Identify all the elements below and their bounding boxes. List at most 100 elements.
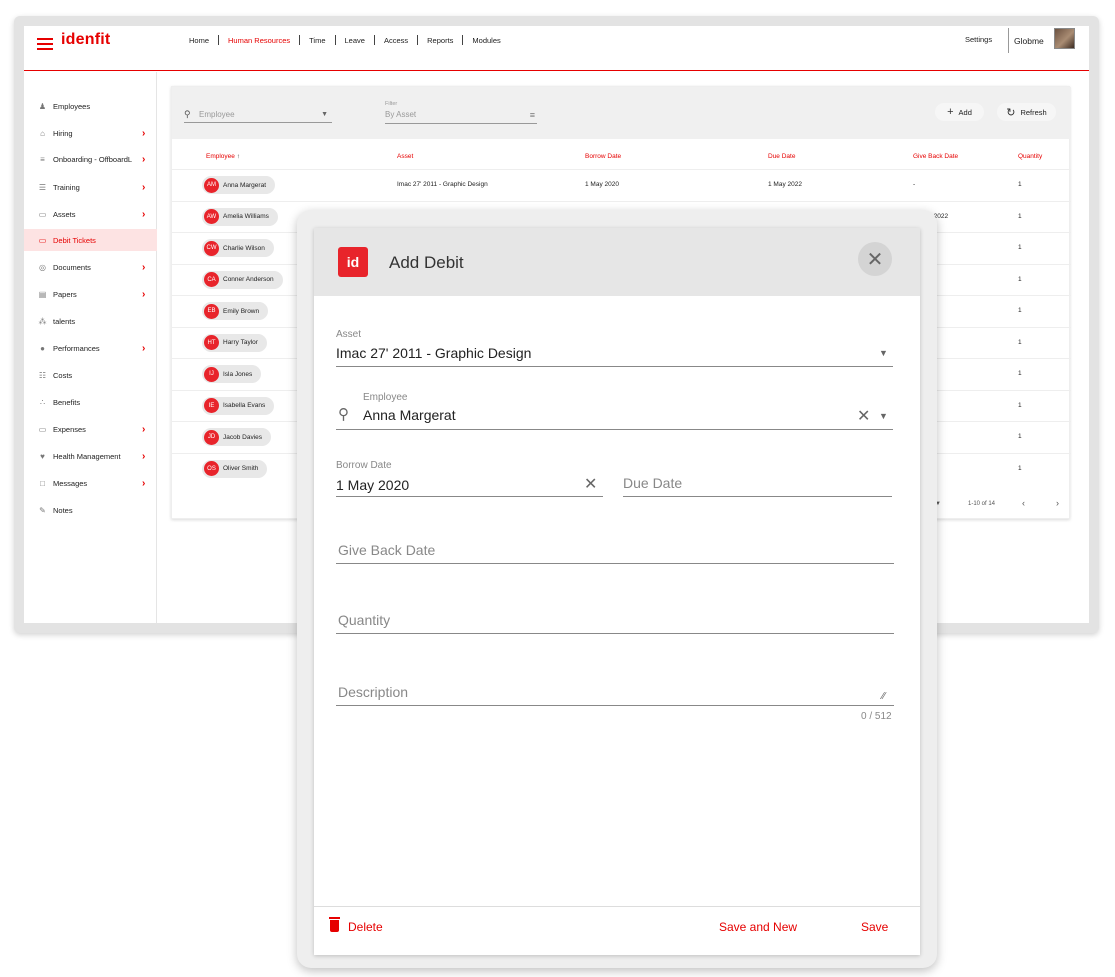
description-textarea[interactable]: Description bbox=[338, 684, 408, 700]
top-nav: Home Human Resources Time Leave Access R… bbox=[180, 26, 510, 54]
cell-quantity: 1 bbox=[1018, 464, 1022, 472]
nav-time[interactable]: Time bbox=[300, 36, 334, 45]
sidebar-item-training[interactable]: ☰ Training › bbox=[24, 176, 157, 198]
delete-button[interactable]: Delete bbox=[348, 920, 383, 934]
chevron-down-icon[interactable]: ▼ bbox=[879, 348, 888, 358]
sidebar-item-onboarding-offboardl[interactable]: ≡ Onboarding - OffboardL › bbox=[24, 148, 157, 170]
chevron-right-icon[interactable]: › bbox=[142, 289, 145, 300]
chevron-right-icon[interactable]: › bbox=[142, 478, 145, 489]
sidebar-item-performances[interactable]: ● Performances › bbox=[24, 337, 157, 359]
sidebar-item-label: Employees bbox=[53, 101, 91, 111]
column-header-due-date[interactable]: Due Date bbox=[768, 153, 795, 160]
employee-chip[interactable]: AW Amelia Williams bbox=[202, 207, 278, 226]
give-back-date-input[interactable]: Give Back Date bbox=[338, 542, 435, 558]
employee-chip[interactable]: AM Anna Margerat bbox=[202, 176, 275, 194]
clear-icon[interactable]: ✕ bbox=[857, 406, 870, 426]
chevron-right-icon[interactable]: › bbox=[142, 262, 145, 273]
sidebar-item-assets[interactable]: ▭ Assets › bbox=[24, 203, 157, 225]
column-header-quantity[interactable]: Quantity bbox=[1018, 153, 1042, 160]
employee-chip[interactable]: IJ Isla Jones bbox=[202, 365, 262, 383]
chevron-right-icon[interactable]: › bbox=[142, 154, 145, 165]
chevron-right-icon[interactable]: › bbox=[142, 424, 145, 435]
cell-quantity: 1 bbox=[1018, 401, 1022, 409]
add-label: Add bbox=[958, 107, 972, 117]
cell-asset: Imac 27' 2011 - Graphic Design bbox=[397, 181, 488, 188]
sidebar-item-benefits[interactable]: ∴ Benefits bbox=[24, 391, 157, 413]
resize-handle-icon[interactable]: ∕∕ bbox=[882, 691, 885, 702]
sidebar-item-expenses[interactable]: ▭ Expenses › bbox=[24, 418, 157, 440]
employee-chip[interactable]: CW Charlie Wilson bbox=[202, 239, 274, 257]
cell-quantity: 1 bbox=[1018, 433, 1022, 440]
sidebar-item-label: Assets bbox=[53, 209, 76, 219]
avatar[interactable] bbox=[1054, 28, 1075, 49]
filter-select[interactable]: Filter By Asset ≡ bbox=[385, 101, 537, 124]
employee-chip[interactable]: JD Jacob Davies bbox=[202, 428, 272, 446]
sidebar-item-documents[interactable]: ◎ Documents › bbox=[24, 256, 157, 278]
nav-modules[interactable]: Modules bbox=[463, 36, 509, 45]
quantity-input[interactable]: Quantity bbox=[338, 612, 390, 628]
employee-chip[interactable]: CA Conner Anderson bbox=[202, 270, 283, 289]
sidebar-item-debit-tickets[interactable]: ▭ Debit Tickets bbox=[24, 229, 157, 251]
sidebar-item-employees[interactable]: ♟ Employees bbox=[24, 95, 157, 117]
nav-access[interactable]: Access bbox=[375, 36, 417, 45]
training-icon: ☰ bbox=[38, 182, 47, 192]
nav-human-resources[interactable]: Human Resources bbox=[219, 36, 299, 45]
column-header-give-back-date[interactable]: Give Back Date bbox=[913, 153, 958, 160]
column-header-employee[interactable]: Employee ↑ bbox=[206, 153, 240, 160]
card-toolbar: ⚲ Employee ▼ Filter By Asset ≡ + Add ↻ R… bbox=[172, 87, 1071, 139]
employee-chip[interactable]: EB Emily Brown bbox=[202, 302, 269, 320]
chevron-right-icon[interactable]: › bbox=[142, 182, 145, 193]
sidebar-item-talents[interactable]: ⁂ talents bbox=[24, 310, 157, 332]
character-counter: 0 / 512 bbox=[861, 711, 892, 722]
add-button[interactable]: + Add bbox=[935, 103, 984, 121]
menu-icon[interactable] bbox=[37, 38, 53, 52]
employee-search-input[interactable]: ⚲ Employee ▼ bbox=[184, 109, 332, 123]
cell-quantity: 1 bbox=[1018, 244, 1022, 251]
nav-home[interactable]: Home bbox=[180, 36, 218, 45]
refresh-button[interactable]: ↻ Refresh bbox=[997, 103, 1056, 121]
laptop-icon: ▭ bbox=[38, 209, 47, 219]
asset-label: Asset bbox=[336, 329, 362, 340]
settings-link[interactable]: Settings bbox=[965, 35, 992, 44]
chevron-down-icon[interactable]: ▼ bbox=[879, 411, 888, 421]
chevron-right-icon[interactable]: › bbox=[142, 209, 145, 220]
save-and-new-button[interactable]: Save and New bbox=[719, 920, 797, 934]
nav-leave[interactable]: Leave bbox=[336, 36, 374, 45]
employee-chip[interactable]: HT Harry Taylor bbox=[202, 333, 267, 352]
save-button[interactable]: Save bbox=[861, 920, 888, 934]
sidebar-item-health-management[interactable]: ♥ Health Management › bbox=[24, 445, 157, 467]
sidebar-item-label: Documents bbox=[53, 262, 91, 272]
avatar: JD bbox=[204, 429, 219, 445]
sidebar-item-label: Performances bbox=[53, 343, 100, 353]
due-date-input[interactable]: Due Date bbox=[623, 475, 682, 491]
employee-chip[interactable]: IE Isabella Evans bbox=[202, 396, 275, 415]
user-menu[interactable]: Globme bbox=[1008, 28, 1089, 53]
sidebar-item-hiring[interactable]: ⌂ Hiring › bbox=[24, 122, 157, 144]
employee-label: Employee bbox=[363, 392, 408, 403]
sidebar-item-label: Health Management bbox=[53, 451, 121, 461]
chevron-right-icon[interactable]: › bbox=[142, 343, 145, 354]
employee-chip[interactable]: OS Oliver Smith bbox=[202, 459, 268, 478]
user-name: Globme bbox=[1014, 36, 1044, 46]
next-page-icon[interactable]: › bbox=[1056, 498, 1059, 508]
borrow-date-input[interactable]: 1 May 2020 bbox=[336, 477, 409, 493]
chevron-down-icon[interactable]: ▼ bbox=[321, 111, 328, 118]
employee-underline bbox=[336, 429, 893, 430]
column-header-borrow-date[interactable]: Borrow Date bbox=[585, 153, 621, 160]
asset-select[interactable]: Imac 27' 2011 - Graphic Design bbox=[336, 345, 531, 361]
column-header-asset[interactable]: Asset bbox=[397, 153, 413, 160]
prev-page-icon[interactable]: ‹ bbox=[1022, 498, 1025, 508]
close-icon[interactable]: ✕ bbox=[858, 242, 892, 276]
sidebar-item-notes[interactable]: ✎ Notes bbox=[24, 499, 157, 521]
sidebar-item-costs[interactable]: ☷ Costs bbox=[24, 364, 157, 386]
employee-search-placeholder: Employee bbox=[199, 110, 235, 119]
nav-reports[interactable]: Reports bbox=[418, 36, 462, 45]
clear-icon[interactable]: ✕ bbox=[584, 474, 597, 494]
sidebar-item-papers[interactable]: ▤ Papers › bbox=[24, 283, 157, 305]
sidebar-item-messages[interactable]: □ Messages › bbox=[24, 472, 157, 494]
app-logo[interactable]: idenfit bbox=[61, 31, 110, 49]
trash-icon[interactable] bbox=[329, 917, 340, 932]
chevron-right-icon[interactable]: › bbox=[142, 451, 145, 462]
employee-input[interactable]: Anna Margerat bbox=[363, 407, 456, 423]
chevron-right-icon[interactable]: › bbox=[142, 128, 145, 139]
